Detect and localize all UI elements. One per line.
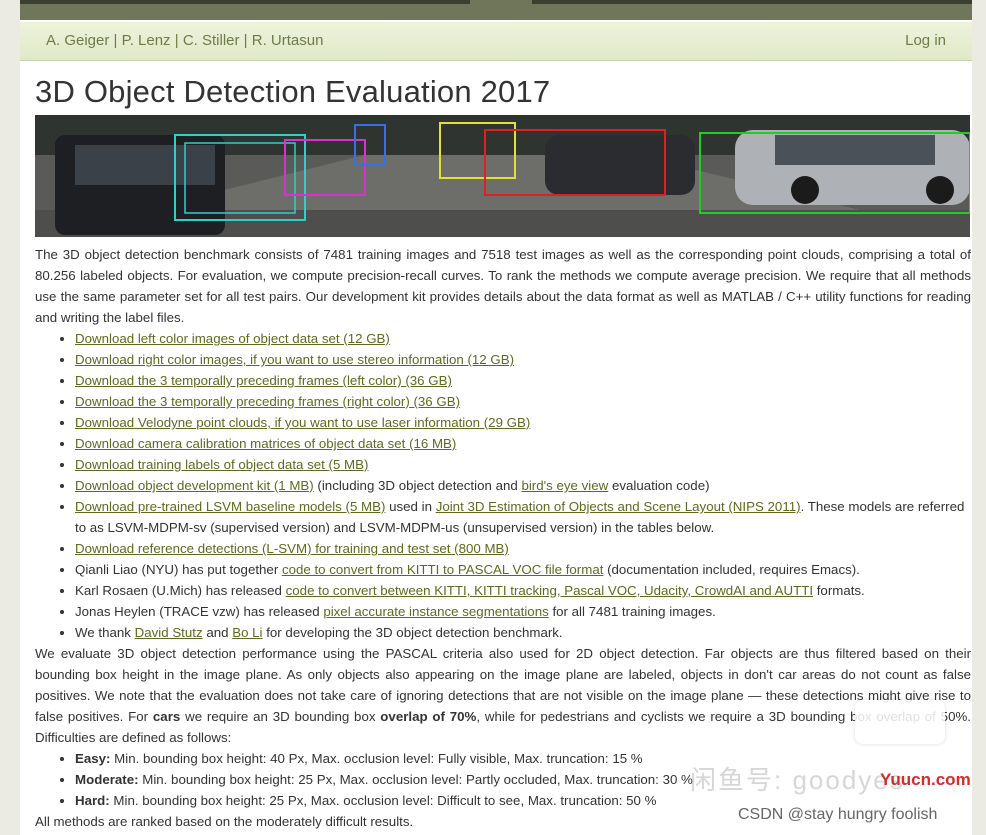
lsvm-text: used in	[385, 499, 436, 514]
list-item: Download the 3 temporally preceding fram…	[75, 391, 971, 412]
banner-image	[35, 115, 970, 237]
content: The 3D object detection benchmark consis…	[35, 244, 971, 832]
top-bar	[20, 0, 972, 20]
thanks-text: We thank	[75, 625, 135, 640]
difficulty-text: Min. bounding box height: 25 Px, Max. oc…	[109, 793, 657, 808]
eval-bold: cars	[152, 709, 181, 724]
format-convert-link[interactable]: code to convert between KITTI, KITTI tra…	[286, 583, 813, 598]
list-item: Download training labels of object data …	[75, 454, 971, 475]
eval-bold: overlap of 70%	[380, 709, 477, 724]
eval-text: we require an 3D bounding box	[180, 709, 381, 724]
watermark-text: Yuucn.com	[880, 770, 971, 789]
thanks-text-end: for developing the 3D object detection b…	[262, 625, 563, 640]
list-item: Download object development kit (1 MB) (…	[75, 475, 971, 496]
watermark-text: 闲鱼号: goodyes	[690, 765, 905, 795]
lsvm-link[interactable]: Download pre-trained LSVM baseline model…	[75, 499, 385, 514]
separator: |	[243, 32, 248, 49]
list-item: Download reference detections (L-SVM) fo…	[75, 538, 971, 559]
devkit-link[interactable]: Download object development kit (1 MB)	[75, 478, 314, 493]
watermark-logo	[855, 700, 945, 744]
karl-text: Karl Rosaen (U.Mich) has released	[75, 583, 286, 598]
difficulty-label: Hard:	[75, 793, 110, 808]
download-link[interactable]: Download camera calibration matrices of …	[75, 436, 456, 451]
download-link[interactable]: Download the 3 temporally preceding fram…	[75, 373, 452, 388]
page-title: 3D Object Detection Evaluation 2017	[35, 74, 551, 109]
birds-eye-link[interactable]: bird's eye view	[521, 478, 608, 493]
watermark-text: CSDN @stay hungry foolish	[738, 806, 938, 823]
difficulty-text: Min. bounding box height: 40 Px, Max. oc…	[110, 751, 643, 766]
list-item: Download pre-trained LSVM baseline model…	[75, 496, 971, 538]
voc-convert-link[interactable]: code to convert from KITTI to PASCAL VOC…	[282, 562, 603, 577]
intro-paragraph: The 3D object detection benchmark consis…	[35, 247, 971, 325]
download-link[interactable]: Download training labels of object data …	[75, 457, 368, 472]
bo-li-link[interactable]: Bo Li	[232, 625, 262, 640]
jonas-text: Jonas Heylen (TRACE vzw) has released	[75, 604, 324, 619]
page: A. Geiger | P. Lenz | C. Stiller | R. Ur…	[20, 0, 972, 835]
karl-text-end: formats.	[813, 583, 865, 598]
segmentation-link[interactable]: pixel accurate instance segmentations	[323, 604, 548, 619]
difficulty-label: Moderate:	[75, 772, 139, 787]
evaluation-paragraph: We evaluate 3D object detection performa…	[35, 643, 971, 748]
list-item: Jonas Heylen (TRACE vzw) has released pi…	[75, 601, 971, 622]
author-link[interactable]: C. Stiller	[183, 32, 240, 49]
list-item: Download right color images, if you want…	[75, 349, 971, 370]
list-item: Download left color images of object dat…	[75, 328, 971, 349]
list-item: We thank David Stutz and Bo Li for devel…	[75, 622, 971, 643]
devkit-text-end: evaluation code)	[608, 478, 710, 493]
jonas-text-end: for all 7481 training images.	[548, 604, 716, 619]
reference-detections-link[interactable]: Download reference detections (L-SVM) fo…	[75, 541, 509, 556]
qianli-text-end: (documentation included, requires Emacs)…	[603, 562, 860, 577]
authors-nav: A. Geiger | P. Lenz | C. Stiller | R. Ur…	[46, 32, 323, 49]
difficulty-text: Min. bounding box height: 25 Px, Max. oc…	[138, 772, 693, 787]
difficulty-label: Easy:	[75, 751, 111, 766]
list-item: Download camera calibration matrices of …	[75, 433, 971, 454]
list-item: Download the 3 temporally preceding fram…	[75, 370, 971, 391]
separator: |	[174, 32, 179, 49]
download-list: Download left color images of object dat…	[35, 328, 971, 643]
qianli-text: Qianli Liao (NYU) has put together	[75, 562, 282, 577]
top-bar-tab	[532, 0, 972, 4]
login-link[interactable]: Log in	[905, 32, 946, 49]
nav-bar: A. Geiger | P. Lenz | C. Stiller | R. Ur…	[20, 22, 972, 61]
list-item: Qianli Liao (NYU) has put together code …	[75, 559, 971, 580]
author-link[interactable]: P. Lenz	[122, 32, 171, 49]
devkit-text: (including 3D object detection and	[313, 478, 522, 493]
list-item: Download Velodyne point clouds, if you w…	[75, 412, 971, 433]
thanks-text-mid: and	[202, 625, 233, 640]
download-link[interactable]: Download the 3 temporally preceding fram…	[75, 394, 460, 409]
top-bar-tab	[20, 0, 470, 4]
separator: |	[113, 32, 118, 49]
author-link[interactable]: R. Urtasun	[252, 32, 324, 49]
list-item: Karl Rosaen (U.Mich) has released code t…	[75, 580, 971, 601]
download-link[interactable]: Download left color images of object dat…	[75, 331, 390, 346]
download-link[interactable]: Download Velodyne point clouds, if you w…	[75, 415, 530, 430]
david-stutz-link[interactable]: David Stutz	[135, 625, 203, 640]
nips-paper-link[interactable]: Joint 3D Estimation of Objects and Scene…	[436, 499, 801, 514]
author-link[interactable]: A. Geiger	[46, 32, 109, 49]
download-link[interactable]: Download right color images, if you want…	[75, 352, 514, 367]
